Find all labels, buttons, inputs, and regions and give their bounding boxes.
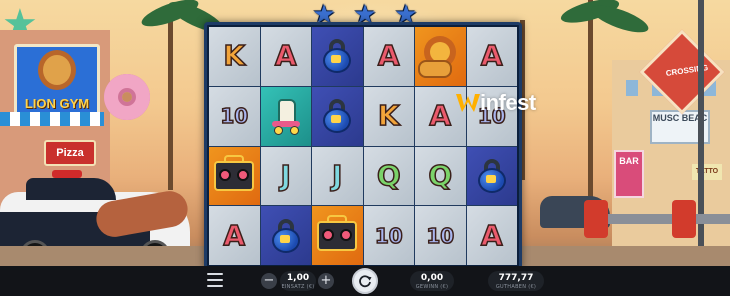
reel-cell: K [363,86,414,146]
reel-cell: 10 [209,86,260,146]
letter-symbol-10: 10 [426,223,455,248]
letter-symbol-a: A [480,218,503,252]
boombox-icon [214,154,255,191]
palm-tree-left [168,10,173,190]
bet-label: EINSATZ (€) [281,284,315,290]
letter-symbol-k: K [377,99,400,133]
letter-symbol-a: A [274,39,297,73]
letter-symbol-10: 10 [374,223,403,248]
reel-cell: A [466,206,517,265]
palm-tree-right [588,0,593,200]
reel-cell: A [209,206,260,265]
reel-cell: K [209,27,260,86]
win-label: GEWINN (€) [415,284,449,290]
pizza-sign-text: Pizza [56,147,84,159]
letter-symbol-a: A [223,218,246,252]
reel-cell: 10 [363,206,414,265]
kettlebell-icon [271,218,301,253]
reel-cell [260,206,311,265]
bet-value: 1,00 [286,273,310,283]
tattoo-sign: TATTO [692,164,722,180]
letter-symbol-10: 10 [220,104,249,129]
reel-cell: 10 [415,206,466,265]
reel-cell: J [312,146,363,206]
reel-cell: Q [415,146,466,206]
kettlebell-icon [477,158,507,193]
bet-decrease-button[interactable]: − [261,273,277,289]
balance-label: GUTHABEN (€) [495,284,537,290]
roller-skate-icon [270,99,302,136]
balance-field: 777,77 GUTHABEN (€) [488,271,544,291]
reels-grid: K A A A 10 K A 10 J J Q Q A 10 10 A [209,27,517,265]
lion-gym-sign: LION GYM [14,44,100,120]
lion-flexing-icon [418,34,462,79]
palm-leaf [588,0,652,38]
spin-button[interactable] [352,268,378,294]
letter-symbol-k: K [223,39,246,73]
kettlebell-icon [322,39,352,74]
reel-cell [312,86,363,146]
tattoo-sign-text: TATTO [695,168,719,175]
pizza-sign: Pizza [44,140,96,166]
letter-symbol-q: Q [428,158,453,192]
reel-cell [209,146,260,206]
reel-cell [260,86,311,146]
menu-button[interactable] [207,273,223,287]
spin-arrows-icon [359,275,372,288]
letter-symbol-j: J [280,158,292,192]
letter-symbol-a: A [377,39,400,73]
reel-cell: Q [363,146,414,206]
reel-cell: A [466,27,517,86]
logo-text: infest [480,90,536,115]
giant-donut [104,74,150,120]
lion-gym-sign-text: LION GYM [24,96,90,111]
bar-sign-text: BAR [619,156,639,166]
letter-symbol-a: A [429,99,452,133]
sign-pole [698,0,704,270]
reel-cell: A [363,27,414,86]
bet-increase-button[interactable]: + [318,273,334,289]
kettlebell-icon [322,99,352,134]
barbell [584,200,730,238]
reel-cell [312,27,363,86]
reel-cell: A [260,27,311,86]
reel-cell [466,146,517,206]
boombox-icon [317,214,358,251]
control-bar: − 1,00 EINSATZ (€) + 0,00 GEWINN (€) 777… [0,266,730,296]
reel-cell: J [260,146,311,206]
bar-sign: BAR [614,150,644,198]
win-field: 0,00 GEWINN (€) [410,271,454,291]
reel-cell [312,206,363,265]
siren-light [52,170,82,178]
reel-cell [415,27,466,86]
balance-value: 777,77 [498,273,534,283]
letter-symbol-j: J [331,158,343,192]
lion-face-icon [43,55,71,85]
bet-field: 1,00 EINSATZ (€) [280,271,316,291]
reels-frame: K A A A 10 K A 10 J J Q Q A 10 10 A [204,22,522,270]
letter-symbol-q: Q [376,158,401,192]
striped-awning [0,112,104,126]
winfest-logo: infest [456,90,536,116]
logo-w-icon [456,94,480,112]
letter-symbol-a: A [480,39,503,73]
win-value: 0,00 [420,273,444,283]
